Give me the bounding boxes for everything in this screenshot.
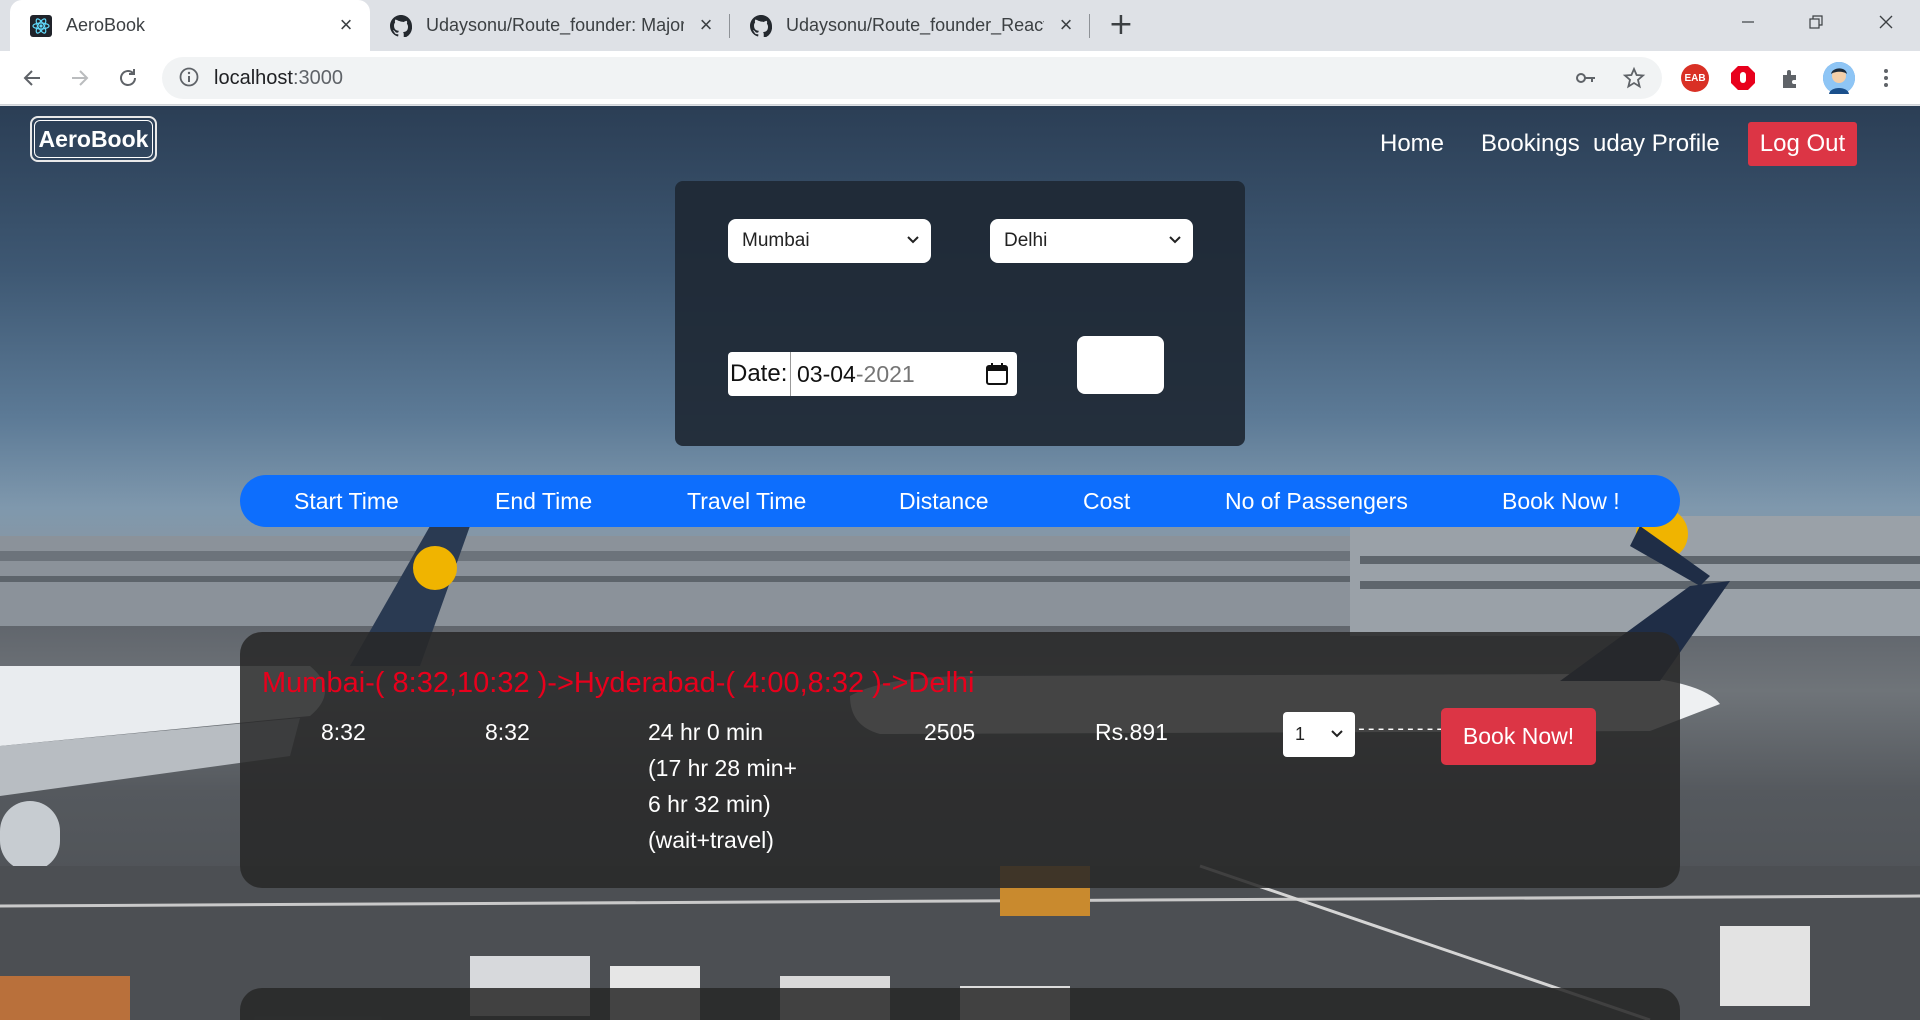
date-month[interactable]: 04 bbox=[830, 361, 856, 388]
adblock-icon[interactable] bbox=[1729, 64, 1757, 92]
header-end-time: End Time bbox=[495, 488, 593, 514]
passenger-count-value: 1 bbox=[1295, 724, 1306, 744]
new-tab-plus-icon[interactable]: + bbox=[1104, 8, 1138, 42]
close-tab-icon[interactable]: × bbox=[334, 13, 358, 37]
key-icon[interactable] bbox=[1574, 66, 1598, 90]
reload-icon[interactable] bbox=[110, 60, 146, 96]
results-header-bar: Start Time End Time Travel Time Distance… bbox=[240, 475, 1680, 527]
github-icon bbox=[390, 14, 412, 37]
url-text: localhost:3000 bbox=[214, 67, 343, 89]
aerobook-page: AeroBook Home Bookings uday Profile Log … bbox=[0, 106, 1920, 1020]
browser-tab-github-react[interactable]: Udaysonu/Route_founder_React_ × bbox=[730, 0, 1090, 51]
address-bar[interactable]: localhost:3000 bbox=[162, 57, 1662, 99]
minimize-window-icon[interactable] bbox=[1718, 0, 1778, 44]
travel-time-line: (17 hr 28 min+ bbox=[648, 755, 797, 781]
restore-window-icon[interactable] bbox=[1786, 0, 1846, 44]
date-label: Date: bbox=[730, 360, 788, 387]
flight-result-card: Mumbai-( 8:32,10:32 )->Hyderabad-( 4:00,… bbox=[240, 632, 1680, 888]
to-city-value: Delhi bbox=[1004, 230, 1048, 251]
nav-link-profile[interactable]: uday Profile bbox=[1593, 130, 1720, 158]
connector-dashes: --------- bbox=[1356, 720, 1445, 740]
flight-search-panel: Mumbai Delhi Date: 03-04-2021 bbox=[675, 181, 1245, 446]
nav-link-home[interactable]: Home bbox=[1380, 130, 1444, 158]
start-time-value: 8:32 bbox=[321, 719, 366, 745]
header-book-now: Book Now ! bbox=[1502, 488, 1620, 514]
to-city-select[interactable]: Delhi bbox=[990, 219, 1193, 263]
close-tab-icon[interactable]: × bbox=[1054, 13, 1078, 37]
tab-title: Udaysonu/Route_founder_React_ bbox=[786, 15, 1044, 35]
browser-tab-aerobook[interactable]: AeroBook × bbox=[10, 0, 370, 51]
date-input[interactable]: 03-04-2021 bbox=[790, 352, 1017, 396]
browser-tabstrip: AeroBook × Udaysonu/Route_founder: Major… bbox=[0, 0, 1920, 51]
chrome-menu-icon[interactable] bbox=[1872, 64, 1900, 92]
chevron-down-icon bbox=[905, 231, 921, 253]
nav-link-bookings[interactable]: Bookings bbox=[1481, 130, 1580, 158]
from-city-value: Mumbai bbox=[742, 230, 810, 251]
forward-arrow-icon[interactable] bbox=[62, 60, 98, 96]
chevron-down-icon bbox=[1329, 725, 1345, 746]
header-passengers: No of Passengers bbox=[1225, 488, 1408, 514]
logout-button[interactable]: Log Out bbox=[1748, 122, 1857, 166]
browser-toolbar: localhost:3000 EAB bbox=[0, 51, 1920, 105]
aerobook-brand-logo[interactable]: AeroBook bbox=[30, 116, 157, 162]
github-icon bbox=[750, 14, 772, 37]
tab-title: Udaysonu/Route_founder: Major bbox=[426, 15, 684, 35]
browser-tab-github-major[interactable]: Udaysonu/Route_founder: Major × bbox=[370, 0, 730, 51]
date-field: Date: 03-04-2021 bbox=[728, 352, 1017, 396]
flight-result-card-next bbox=[240, 988, 1680, 1020]
route-path: Mumbai-( 8:32,10:32 )->Hyderabad-( 4:00,… bbox=[262, 667, 975, 699]
travel-time-value: 24 hr 0 min (17 hr 28 min+ 6 hr 32 min) … bbox=[648, 714, 797, 858]
search-submit-button[interactable] bbox=[1077, 336, 1164, 394]
from-city-select[interactable]: Mumbai bbox=[728, 219, 931, 263]
tab-title: AeroBook bbox=[66, 15, 146, 35]
eab-extension-icon[interactable]: EAB bbox=[1681, 64, 1709, 92]
close-window-icon[interactable] bbox=[1856, 0, 1916, 44]
chevron-down-icon bbox=[1167, 231, 1183, 253]
star-icon[interactable] bbox=[1622, 66, 1646, 90]
passenger-count-select[interactable]: 1 bbox=[1283, 712, 1355, 757]
cost-value: Rs.891 bbox=[1095, 719, 1168, 745]
travel-time-line: 6 hr 32 min) bbox=[648, 791, 771, 817]
date-year[interactable]: 2021 bbox=[864, 361, 915, 388]
header-start-time: Start Time bbox=[294, 488, 399, 514]
date-day[interactable]: 03 bbox=[797, 361, 823, 388]
travel-time-line: (wait+travel) bbox=[648, 827, 774, 853]
profile-avatar[interactable] bbox=[1823, 62, 1855, 94]
close-tab-icon[interactable]: × bbox=[694, 13, 718, 37]
distance-value: 2505 bbox=[924, 719, 976, 745]
end-time-value: 8:32 bbox=[485, 719, 530, 745]
puzzle-icon[interactable] bbox=[1777, 64, 1805, 92]
book-now-button[interactable]: Book Now! bbox=[1441, 708, 1596, 765]
travel-time-line: 24 hr 0 min bbox=[648, 719, 764, 745]
back-arrow-icon[interactable] bbox=[14, 60, 50, 96]
calendar-icon[interactable] bbox=[985, 362, 1009, 392]
react-logo-icon bbox=[30, 14, 52, 37]
header-distance: Distance bbox=[899, 488, 989, 514]
header-cost: Cost bbox=[1083, 488, 1131, 514]
site-info-icon[interactable] bbox=[178, 66, 200, 92]
tab-separator bbox=[1089, 14, 1090, 38]
header-travel-time: Travel Time bbox=[687, 488, 807, 514]
brand-label: AeroBook bbox=[38, 125, 149, 152]
